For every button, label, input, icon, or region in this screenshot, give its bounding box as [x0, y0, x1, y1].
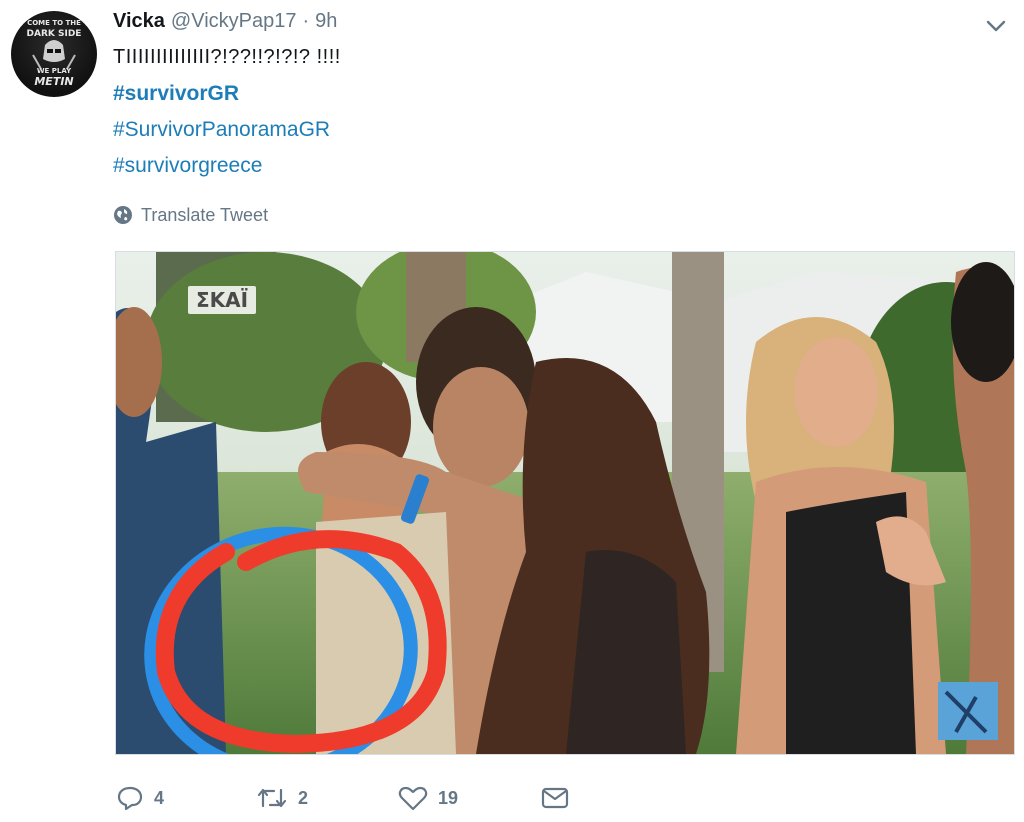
like-icon: [398, 786, 428, 811]
avatar-text-line: METIN: [34, 75, 74, 88]
direct-message-button[interactable]: [540, 785, 570, 811]
separator: ·: [302, 10, 310, 32]
like-button[interactable]: 19: [398, 785, 540, 811]
globe-icon: [114, 206, 132, 224]
timestamp[interactable]: 9h: [315, 10, 337, 33]
hashtag-link[interactable]: #survivorGR: [113, 82, 239, 106]
reply-count: 4: [154, 787, 165, 808]
reply-button[interactable]: 4: [116, 785, 256, 811]
tweet-media-image[interactable]: ΣΚΑΪ: [115, 251, 1015, 755]
scene-photo: [116, 252, 1014, 754]
author-name[interactable]: Vicka: [113, 10, 165, 33]
avatar-text-line: WE PLAY: [36, 67, 72, 75]
translate-tweet-button[interactable]: Translate Tweet: [113, 203, 268, 227]
chevron-down-icon[interactable]: [984, 16, 1008, 36]
message-icon: [541, 787, 569, 809]
hashtag-link[interactable]: #SurvivorPanoramaGR: [113, 118, 330, 142]
tweet-actions: 4 2 19: [116, 780, 570, 816]
avatar[interactable]: COME TO THE DARK SIDE WE PLAY METIN: [11, 11, 97, 97]
author-handle[interactable]: @VickyPap17: [171, 10, 297, 33]
retweet-icon: [257, 788, 287, 808]
hashtag-link[interactable]: #survivorgreece: [113, 154, 262, 178]
tweet-header: Vicka @VickyPap17 · 9h: [113, 10, 337, 38]
channel-logo: ΣΚΑΪ: [188, 286, 257, 314]
reply-icon: [117, 786, 143, 811]
retweet-button[interactable]: 2: [256, 786, 398, 810]
translate-label: Translate Tweet: [141, 204, 269, 225]
retweet-count: 2: [298, 787, 309, 808]
like-count: 19: [438, 787, 459, 808]
tweet-text: TIIIIIIIIIIIIII?!??!!?!?!? !!!!: [113, 46, 341, 68]
